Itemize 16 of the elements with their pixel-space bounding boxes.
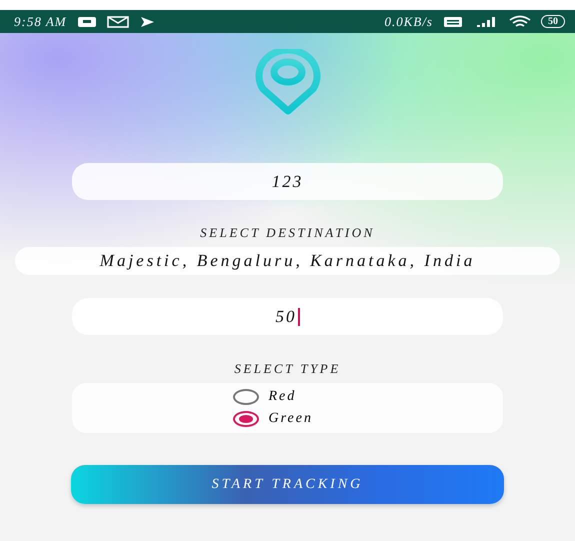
distance-field[interactable]: 50 — [72, 298, 503, 335]
vehicle-number-field[interactable]: 123 — [72, 163, 503, 200]
notification-icon — [76, 16, 97, 28]
destination-field[interactable]: Majestic, Bengaluru, Karnataka, India — [15, 247, 560, 275]
radio-option[interactable]: Red — [232, 389, 342, 405]
radio-option[interactable]: Green — [232, 411, 342, 427]
play-icon — [138, 16, 155, 28]
type-label: SELECT TYPE — [234, 361, 341, 377]
network-speed: 0.0KB/s — [384, 14, 433, 30]
destination-label: SELECT DESTINATION — [200, 225, 375, 241]
start-tracking-button[interactable]: START TRACKING — [71, 465, 504, 504]
mail-icon — [106, 16, 129, 28]
status-time: 9:58 AM — [14, 14, 67, 30]
battery-indicator: 50 — [541, 15, 565, 28]
volte-icon — [443, 16, 463, 28]
wifi-icon — [509, 14, 531, 28]
